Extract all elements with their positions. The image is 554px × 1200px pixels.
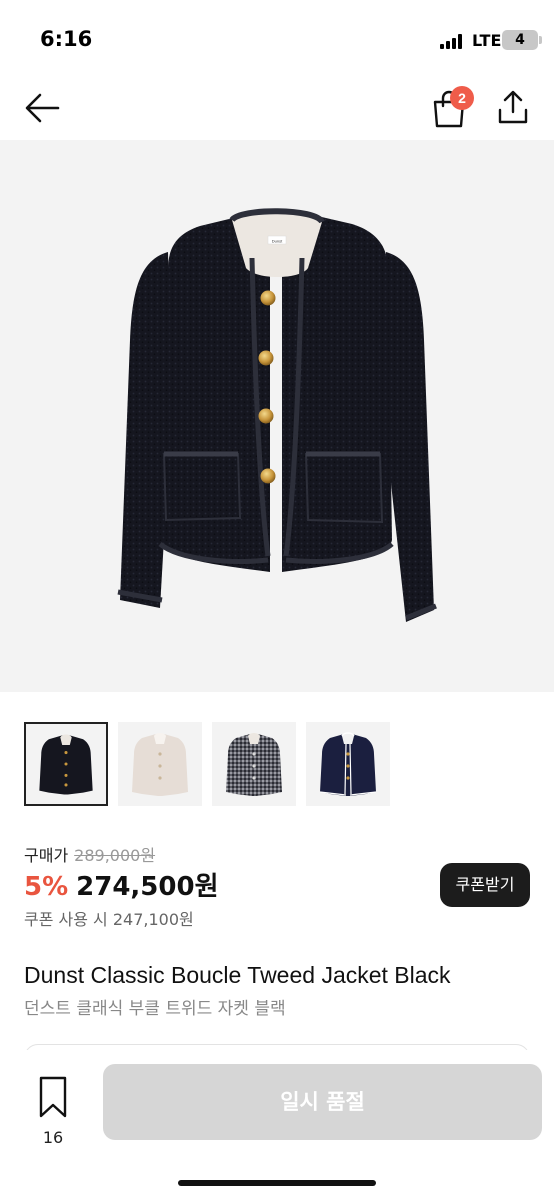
jacket-label-text: Dunst: [272, 239, 283, 244]
bookmark-button[interactable]: 16: [30, 1072, 76, 1147]
thumbnail-jacket-image: [212, 722, 296, 806]
top-nav: 2: [0, 80, 554, 140]
thumbnail-ivory[interactable]: [118, 722, 202, 806]
thumbnail-jacket-image: [306, 722, 390, 806]
thumbnail-jacket-image: [26, 724, 106, 804]
signal-icon: [440, 34, 466, 49]
price-row: 5% 274,500원: [24, 866, 219, 903]
home-indicator: [178, 1180, 376, 1186]
battery-icon: 4: [502, 30, 538, 50]
thumbnail-jacket-image: [118, 722, 202, 806]
share-button[interactable]: [494, 88, 532, 126]
network-label: LTE: [472, 31, 502, 50]
coupon-price-text: 쿠폰 사용 시 247,100원: [24, 910, 194, 929]
sold-out-button[interactable]: 일시 품절: [103, 1064, 542, 1140]
sale-price: 274,500원: [76, 872, 219, 902]
thumbnail-navy[interactable]: [306, 722, 390, 806]
coupon-button[interactable]: 쿠폰받기: [440, 863, 530, 907]
bookmark-icon: [39, 1076, 67, 1118]
thumbnail-gray-check[interactable]: [212, 722, 296, 806]
jacket-illustration: Dunst: [117, 208, 437, 622]
product-title-korean: 던스트 클래식 부클 트위드 자켓 블랙: [24, 999, 286, 1019]
battery-tip: [539, 36, 542, 44]
discount-rate: 5%: [24, 872, 69, 902]
bottom-action-bar: 16 일시 품절: [0, 1050, 554, 1200]
original-price: 289,000원: [74, 846, 156, 865]
status-bar: 6:16 LTE 4: [0, 0, 554, 80]
product-title: Dunst Classic Boucle Tweed Jacket Black: [24, 962, 451, 988]
thumbnail-black[interactable]: [24, 722, 108, 806]
price-label: 구매가: [24, 846, 69, 865]
arrow-left-icon: [25, 93, 60, 123]
share-icon: [498, 90, 528, 124]
cart-count-badge: 2: [450, 86, 474, 110]
status-time: 6:16: [40, 27, 93, 51]
product-image[interactable]: Dunst: [0, 140, 554, 692]
price-label-row: 구매가 289,000원: [24, 842, 155, 866]
back-button[interactable]: [22, 90, 62, 126]
bookmark-count: 16: [42, 1128, 64, 1147]
